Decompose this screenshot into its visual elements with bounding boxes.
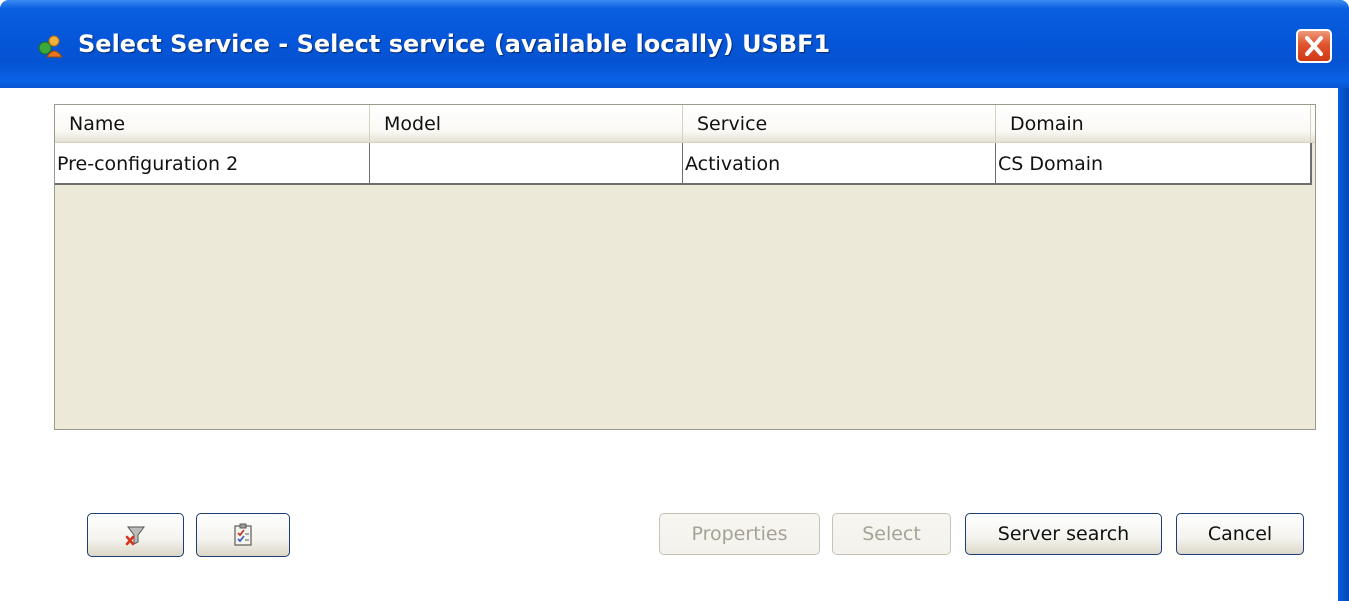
select-service-dialog: Select Service - Select service (availab… (0, 0, 1349, 601)
left-frame (0, 88, 36, 601)
column-header-model[interactable]: Model (370, 105, 683, 142)
service-table[interactable]: Name Model Service Domain Pre-configurat… (54, 104, 1316, 430)
dialog-body: Name Model Service Domain Pre-configurat… (36, 88, 1338, 601)
close-icon (1305, 36, 1323, 56)
window-title: Select Service - Select service (availab… (78, 30, 831, 58)
user-config-icon (38, 33, 64, 59)
filter-clear-icon (125, 526, 145, 546)
cell-model (370, 143, 683, 183)
checklist-button[interactable] (196, 513, 290, 557)
column-header-service[interactable]: Service (683, 105, 996, 142)
properties-button[interactable]: Properties (659, 513, 820, 555)
server-search-button[interactable]: Server search (965, 513, 1162, 555)
close-button[interactable] (1296, 29, 1332, 63)
cell-name: Pre-configuration 2 (55, 143, 370, 183)
cancel-button[interactable]: Cancel (1176, 513, 1304, 555)
right-frame (1338, 88, 1349, 601)
table-header: Name Model Service Domain (55, 105, 1315, 143)
column-header-name[interactable]: Name (55, 105, 370, 142)
title-bar[interactable]: Select Service - Select service (availab… (0, 0, 1349, 88)
cell-domain: CS Domain (998, 153, 1104, 175)
cell-service: Activation (683, 143, 996, 183)
select-button[interactable]: Select (832, 513, 951, 555)
clear-filter-button[interactable] (87, 513, 184, 557)
column-header-domain[interactable]: Domain (996, 105, 1311, 142)
checklist-icon (234, 523, 252, 546)
table-row[interactable]: Pre-configuration 2 Activation CS Domain (55, 143, 1312, 185)
